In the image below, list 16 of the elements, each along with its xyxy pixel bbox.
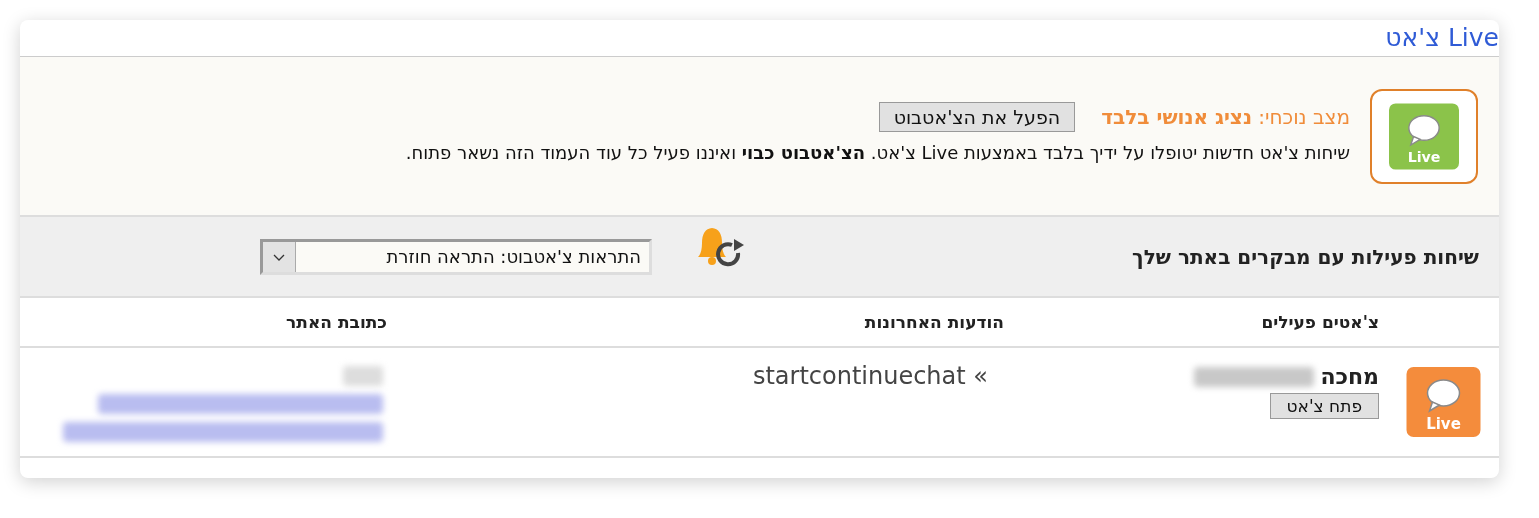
current-status: מצב נוכחי: נציג אנושי בלבד [1101, 104, 1350, 129]
page-title: Live צ'אט [1385, 22, 1499, 54]
column-header: צ'אטים פעילים [1261, 312, 1379, 332]
status-description: שיחות צ'אט חדשות יטופלו על ידיך בלבד באמצעות Live צ'אט. הצ'אטבוט כבוי ואיננו פעיל כל עוד העמוד הזה נשאר פתוח. [405, 141, 1350, 163]
column-header: הודעות האחרונות [864, 312, 1004, 332]
column-header: כתובת האתר [286, 312, 387, 332]
chat-status: מחכה [1320, 364, 1379, 389]
last-message: startcontinuechat « [752, 362, 988, 390]
chevron-down-icon [263, 241, 296, 272]
enable-chatbot-button[interactable]: הפעל את הצ'אטבוט [878, 101, 1076, 132]
section-title: שיחות פעילות עם מבקרים באתר שלך [1132, 244, 1479, 269]
open-chat-button[interactable]: פתח צ'אט [1269, 393, 1379, 419]
live-chat-icon: Live [1406, 367, 1481, 437]
alerts-dropdown[interactable]: התראות צ'אטבוט: התראה חוזרת [260, 238, 652, 275]
live-chat-logo-icon: Live [1389, 102, 1459, 170]
blurred-text [343, 366, 383, 386]
